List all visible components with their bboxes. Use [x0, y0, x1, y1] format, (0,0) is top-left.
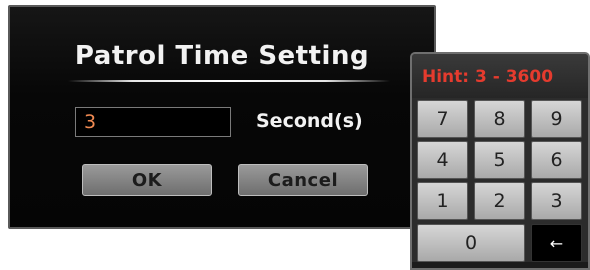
numeric-keypad: Hint: 3 - 3600 7 8 9 4 5 6 1 2 3 0 ← — [410, 52, 590, 270]
patrol-time-dialog: Patrol Time Setting Second(s) OK Cancel — [8, 5, 436, 229]
key-4[interactable]: 4 — [417, 141, 468, 179]
cancel-button[interactable]: Cancel — [238, 164, 368, 196]
unit-label: Second(s) — [256, 110, 363, 132]
range-hint: Hint: 3 - 3600 — [422, 67, 554, 87]
key-5[interactable]: 5 — [474, 141, 525, 179]
dialog-title: Patrol Time Setting — [74, 41, 370, 71]
backspace-button[interactable]: ← — [531, 224, 582, 262]
patrol-time-input[interactable] — [75, 107, 231, 137]
key-3[interactable]: 3 — [531, 182, 582, 220]
key-8[interactable]: 8 — [474, 100, 525, 138]
key-6[interactable]: 6 — [531, 141, 582, 179]
title-divider — [68, 80, 390, 82]
key-9[interactable]: 9 — [531, 100, 582, 138]
keypad-base — [412, 262, 588, 268]
key-7[interactable]: 7 — [417, 100, 468, 138]
left-arrow-icon: ← — [549, 233, 564, 253]
key-1[interactable]: 1 — [417, 182, 468, 220]
keypad-hint-bar: Hint: 3 - 3600 — [412, 54, 588, 98]
key-2[interactable]: 2 — [474, 182, 525, 220]
key-0[interactable]: 0 — [417, 224, 525, 262]
ok-button[interactable]: OK — [82, 164, 212, 196]
